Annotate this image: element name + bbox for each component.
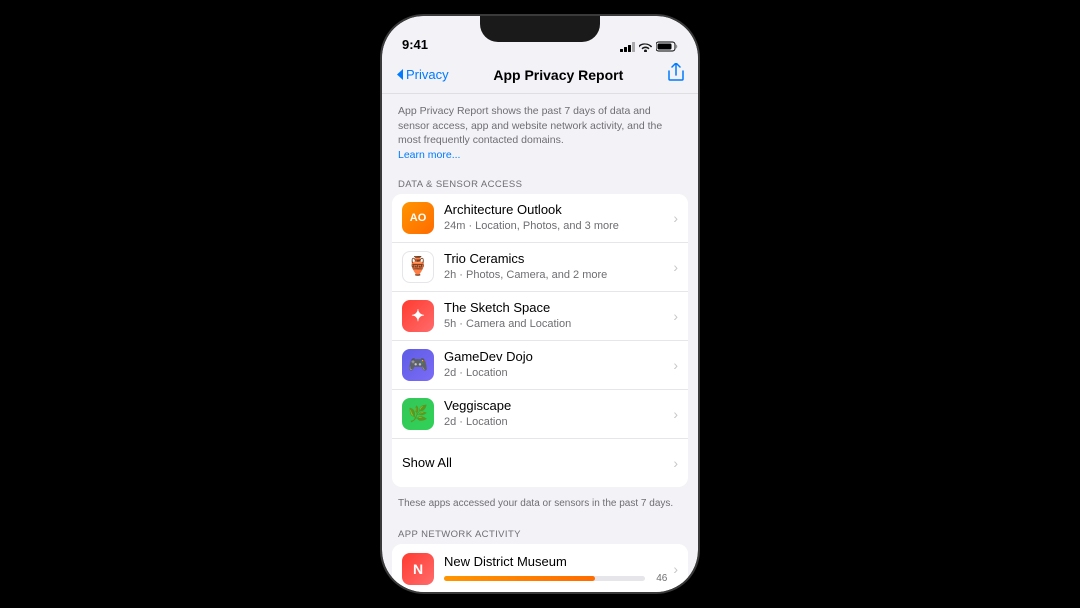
app-sub-veggi: 2d · Location <box>444 415 667 429</box>
app-icon-sketch: ✦ <box>402 300 434 332</box>
item-content-gamedev: GameDev Dojo 2d · Location <box>444 349 667 380</box>
app-icon-veggi: 🌿 <box>402 398 434 430</box>
network-item[interactable]: N New District Museum 46 › <box>392 544 688 592</box>
network-section-header: APP NETWORK ACTIVITY <box>382 521 698 544</box>
chevron-icon: › <box>673 357 678 373</box>
app-name-gamedev: GameDev Dojo <box>444 349 667 366</box>
phone-frame: 9:41 Privacy App Privacy Report App Priv… <box>380 14 700 594</box>
description-text: App Privacy Report shows the past 7 days… <box>398 105 662 146</box>
share-icon <box>668 63 684 81</box>
show-all-item[interactable]: Show All › <box>392 439 688 487</box>
share-button[interactable] <box>668 63 684 86</box>
bar-fill-museum <box>444 576 595 581</box>
description-block: App Privacy Report shows the past 7 days… <box>382 94 698 171</box>
app-name-ao: Architecture Outlook <box>444 202 667 219</box>
network-name-museum: New District Museum <box>444 554 667 569</box>
chevron-icon: › <box>673 561 678 577</box>
nav-title: App Privacy Report <box>493 67 623 83</box>
network-activity-list: N New District Museum 46 › 🏺 <box>392 544 688 592</box>
wifi-icon <box>639 42 652 52</box>
back-label: Privacy <box>406 67 449 82</box>
bar-row-museum: 46 <box>444 573 667 584</box>
learn-more-link[interactable]: Learn more... <box>398 149 460 161</box>
show-all-label: Show All <box>402 455 452 470</box>
phone-screen: 9:41 Privacy App Privacy Report App Priv… <box>382 16 698 592</box>
nav-bar: Privacy App Privacy Report <box>382 56 698 94</box>
notch <box>480 16 600 42</box>
back-button[interactable]: Privacy <box>396 67 449 82</box>
item-content-ao: Architecture Outlook 24m · Location, Pho… <box>444 202 667 233</box>
bar-count-museum: 46 <box>651 573 667 584</box>
app-icon-museum: N <box>402 553 434 585</box>
item-content-veggi: Veggiscape 2d · Location <box>444 398 667 429</box>
list-item[interactable]: 🎮 GameDev Dojo 2d · Location › <box>392 341 688 390</box>
bar-track-museum <box>444 576 645 581</box>
item-content-sketch: The Sketch Space 5h · Camera and Locatio… <box>444 300 667 331</box>
signal-icon <box>620 42 635 52</box>
app-icon-ao: AO <box>402 202 434 234</box>
app-name-veggi: Veggiscape <box>444 398 667 415</box>
app-name-trio: Trio Ceramics <box>444 251 667 268</box>
status-time: 9:41 <box>402 37 428 52</box>
app-sub-sketch: 5h · Camera and Location <box>444 317 667 331</box>
battery-icon <box>656 41 678 52</box>
list-item[interactable]: ✦ The Sketch Space 5h · Camera and Locat… <box>392 292 688 341</box>
chevron-icon: › <box>673 406 678 422</box>
app-sub-trio: 2h · Photos, Camera, and 2 more <box>444 268 667 282</box>
data-access-list: AO Architecture Outlook 24m · Location, … <box>392 194 688 487</box>
data-section-header: DATA & SENSOR ACCESS <box>382 171 698 194</box>
app-sub-gamedev: 2d · Location <box>444 366 667 380</box>
app-icon-trio: 🏺 <box>402 251 434 283</box>
status-icons <box>620 41 678 52</box>
chevron-left-icon <box>396 68 404 81</box>
item-content-trio: Trio Ceramics 2h · Photos, Camera, and 2… <box>444 251 667 282</box>
app-sub-ao: 24m · Location, Photos, and 3 more <box>444 219 667 233</box>
data-footnote: These apps accessed your data or sensors… <box>382 491 698 521</box>
chevron-icon: › <box>673 308 678 324</box>
scroll-content[interactable]: App Privacy Report shows the past 7 days… <box>382 94 698 592</box>
list-item[interactable]: 🌿 Veggiscape 2d · Location › <box>392 390 688 439</box>
app-icon-gamedev: 🎮 <box>402 349 434 381</box>
network-content-museum: New District Museum 46 <box>444 554 667 584</box>
chevron-icon: › <box>673 455 678 471</box>
chevron-icon: › <box>673 259 678 275</box>
list-item[interactable]: 🏺 Trio Ceramics 2h · Photos, Camera, and… <box>392 243 688 292</box>
chevron-icon: › <box>673 210 678 226</box>
app-name-sketch: The Sketch Space <box>444 300 667 317</box>
list-item[interactable]: AO Architecture Outlook 24m · Location, … <box>392 194 688 243</box>
